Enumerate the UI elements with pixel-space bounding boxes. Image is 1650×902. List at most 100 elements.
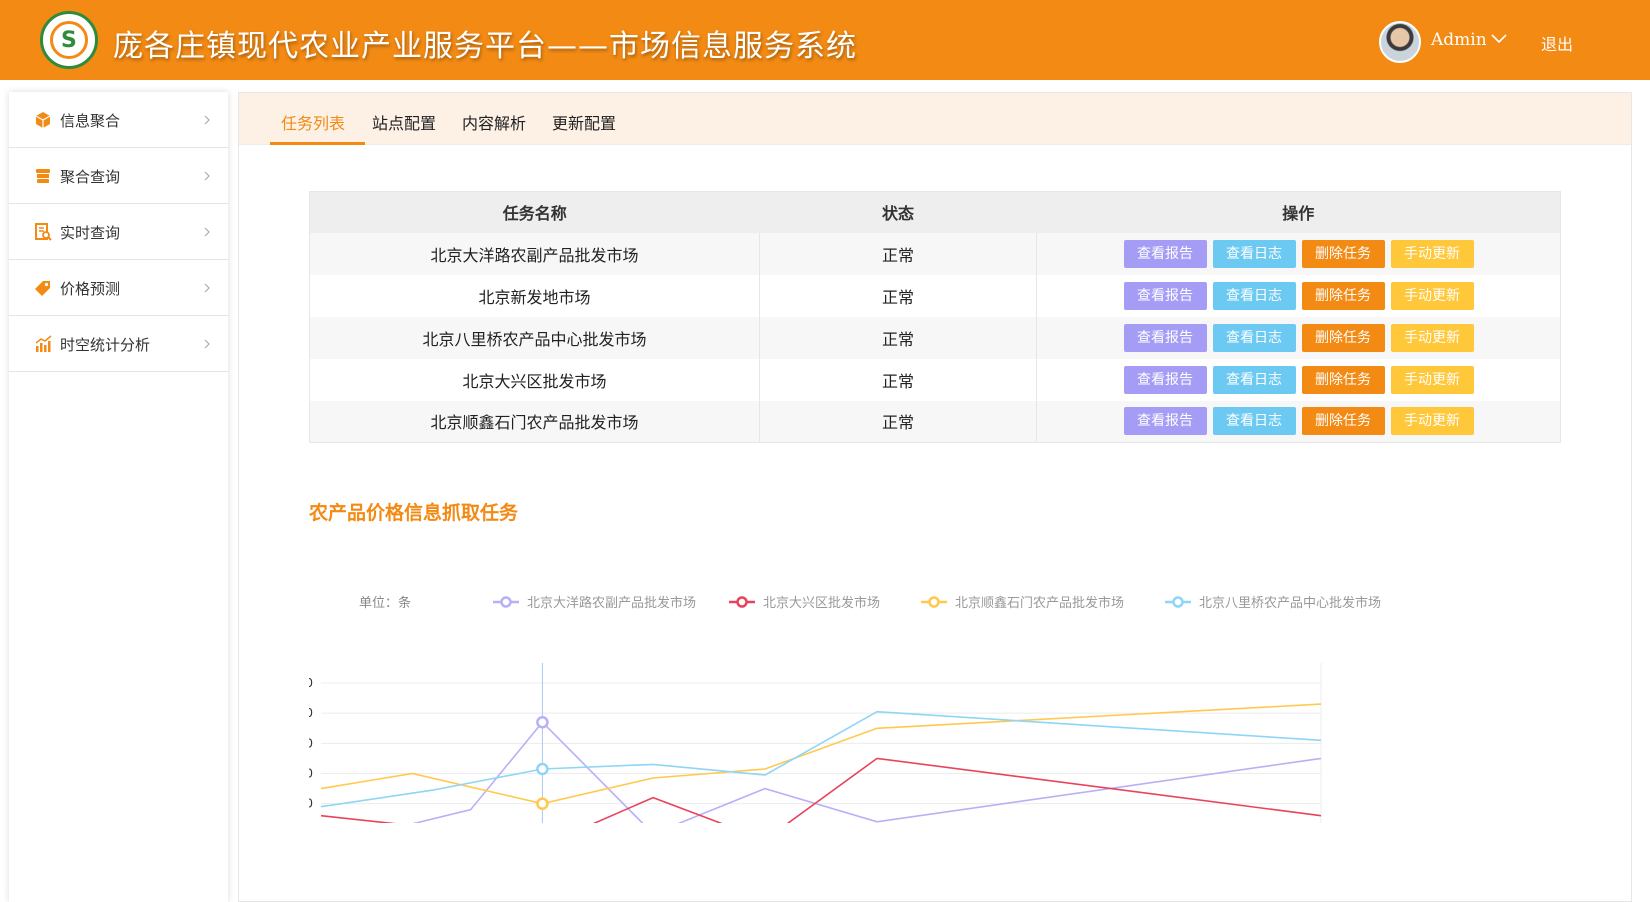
- tab-bar: 任务列表 站点配置 内容解析 更新配置: [239, 93, 1631, 145]
- database-icon: [36, 169, 50, 183]
- chevron-right-icon: [204, 339, 210, 349]
- chevron-right-icon: [204, 171, 210, 181]
- manual-update-button[interactable]: 手动更新: [1390, 323, 1474, 352]
- sidebar-item-label: 价格预测: [60, 280, 121, 298]
- manual-update-button[interactable]: 手动更新: [1390, 239, 1474, 268]
- manual-update-button[interactable]: 手动更新: [1390, 407, 1474, 436]
- table-header-row: 任务名称 状态 操作: [309, 191, 1561, 233]
- view-log-button[interactable]: 查看日志: [1212, 407, 1296, 436]
- task-status: 正常: [759, 316, 1037, 359]
- chevron-right-icon: [204, 115, 210, 125]
- delete-task-button[interactable]: 删除任务: [1301, 365, 1385, 394]
- view-report-button[interactable]: 查看报告: [1123, 239, 1207, 268]
- logo-mark: S: [61, 28, 77, 53]
- legend-swatch-marker: [736, 596, 748, 608]
- task-table: 任务名称 状态 操作 北京大洋路农副产品批发市场 正常 查看报告 查看日志 删除任务…: [309, 191, 1561, 443]
- manual-update-button[interactable]: 手动更新: [1390, 281, 1474, 310]
- view-report-button[interactable]: 查看报告: [1123, 365, 1207, 394]
- delete-task-button[interactable]: 删除任务: [1301, 281, 1385, 310]
- view-report-button[interactable]: 查看报告: [1123, 323, 1207, 352]
- task-name: 北京顺鑫石门农产品批发市场: [309, 400, 760, 443]
- chevron-down-icon[interactable]: [1490, 30, 1508, 48]
- manual-update-button[interactable]: 手动更新: [1390, 365, 1474, 394]
- table-row: 北京八里桥农产品中心批发市场 正常 查看报告 查看日志 删除任务 手动更新: [309, 316, 1561, 359]
- table-row: 北京大洋路农副产品批发市场 正常 查看报告 查看日志 删除任务 手动更新: [309, 232, 1561, 275]
- chart-section-title: 农产品价格信息抓取任务: [309, 502, 519, 524]
- tab-site-config[interactable]: 站点配置: [372, 110, 436, 134]
- view-log-button[interactable]: 查看日志: [1212, 281, 1296, 310]
- task-name: 北京八里桥农产品中心批发市场: [309, 316, 760, 359]
- sidebar-item-aggregate-query[interactable]: 聚合查询: [9, 148, 228, 204]
- unit-label: 单位：条: [359, 595, 411, 611]
- delete-task-button[interactable]: 删除任务: [1301, 407, 1385, 436]
- cube-icon: [35, 112, 51, 128]
- delete-task-button[interactable]: 删除任务: [1301, 323, 1385, 352]
- data-point: [536, 797, 549, 810]
- sidebar-item-label: 信息聚合: [60, 112, 121, 130]
- sidebar: 信息聚合 聚合查询 实时查询 价格预测 时空统计分析: [9, 92, 228, 902]
- view-log-button[interactable]: 查看日志: [1212, 365, 1296, 394]
- table-row: 北京顺鑫石门农产品批发市场 正常 查看报告 查看日志 删除任务 手动更新: [309, 400, 1561, 443]
- legend-label: 北京八里桥农产品中心批发市场: [1199, 595, 1381, 611]
- tab-update-config[interactable]: 更新配置: [552, 110, 616, 134]
- price-tag-icon: [35, 281, 50, 296]
- series-line: [320, 703, 1322, 805]
- delete-task-button[interactable]: 删除任务: [1301, 239, 1385, 268]
- sidebar-item-spatiotemporal-analysis[interactable]: 时空统计分析: [9, 316, 228, 372]
- tab-task-list[interactable]: 任务列表: [281, 110, 345, 134]
- legend-label: 北京顺鑫石门农产品批发市场: [955, 595, 1124, 611]
- task-actions: 查看报告 查看日志 删除任务 手动更新: [1037, 275, 1561, 317]
- column-header-actions: 操作: [1036, 191, 1561, 233]
- tab-content-parsing[interactable]: 内容解析: [462, 110, 526, 134]
- task-status: 正常: [759, 400, 1037, 443]
- column-header-task-name: 任务名称: [309, 191, 760, 233]
- sidebar-item-label: 实时查询: [60, 224, 121, 242]
- sidebar-item-label: 时空统计分析: [60, 336, 151, 354]
- task-status: 正常: [759, 274, 1037, 317]
- legend-swatch-marker: [500, 596, 512, 608]
- y-tick-label: 6000: [309, 676, 313, 690]
- series-line: [412, 721, 1322, 823]
- main-panel: 任务列表 站点配置 内容解析 更新配置 任务名称 状态 操作 北京大洋路农副产品…: [238, 92, 1632, 902]
- y-tick-label: 2000: [309, 797, 313, 811]
- top-header: S 庞各庄镇现代农业产业服务平台——市场信息服务系统 Admin 退出: [0, 0, 1650, 80]
- column-header-status: 状态: [759, 191, 1037, 233]
- bar-chart-icon: [35, 335, 52, 352]
- user-menu[interactable]: Admin: [1431, 30, 1487, 50]
- view-report-button[interactable]: 查看报告: [1123, 281, 1207, 310]
- series-line: [320, 757, 1322, 823]
- task-status: 正常: [759, 358, 1037, 401]
- table-row: 北京大兴区批发市场 正常 查看报告 查看日志 删除任务 手动更新: [309, 358, 1561, 401]
- y-tick-label: 3000: [309, 767, 313, 781]
- task-actions: 查看报告 查看日志 删除任务 手动更新: [1036, 232, 1561, 275]
- task-actions: 查看报告 查看日志 删除任务 手动更新: [1036, 400, 1561, 443]
- avatar[interactable]: [1379, 21, 1421, 63]
- legend-swatch-marker: [928, 596, 940, 608]
- view-log-button[interactable]: 查看日志: [1212, 323, 1296, 352]
- task-actions: 查看报告 查看日志 删除任务 手动更新: [1036, 316, 1561, 359]
- task-name: 北京大兴区批发市场: [309, 358, 760, 401]
- task-actions: 查看报告 查看日志 删除任务 手动更新: [1037, 359, 1561, 401]
- legend-swatch-marker: [1172, 596, 1184, 608]
- legend-label: 北京大洋路农副产品批发市场: [527, 595, 696, 611]
- sidebar-item-realtime-query[interactable]: 实时查询: [9, 204, 228, 260]
- view-log-button[interactable]: 查看日志: [1212, 239, 1296, 268]
- page-title: 庞各庄镇现代农业产业服务平台——市场信息服务系统: [113, 29, 857, 64]
- platform-logo: S: [40, 11, 98, 69]
- chevron-right-icon: [204, 227, 210, 237]
- chevron-right-icon: [204, 283, 210, 293]
- data-point: [536, 762, 549, 776]
- legend-label: 北京大兴区批发市场: [763, 595, 880, 611]
- task-name: 北京新发地市场: [309, 274, 760, 317]
- data-point: [536, 715, 549, 729]
- task-status: 正常: [759, 232, 1037, 275]
- y-tick-label: 4000: [309, 736, 313, 750]
- view-report-button[interactable]: 查看报告: [1123, 407, 1207, 436]
- active-tab-indicator: [270, 142, 365, 145]
- logout-link[interactable]: 退出: [1541, 31, 1573, 55]
- sidebar-item-price-forecast[interactable]: 价格预测: [9, 260, 228, 316]
- sidebar-item-label: 聚合查询: [60, 168, 121, 186]
- logo-ring: S: [50, 21, 88, 59]
- sidebar-item-info-aggregation[interactable]: 信息聚合: [9, 92, 228, 148]
- series-line: [320, 710, 1322, 808]
